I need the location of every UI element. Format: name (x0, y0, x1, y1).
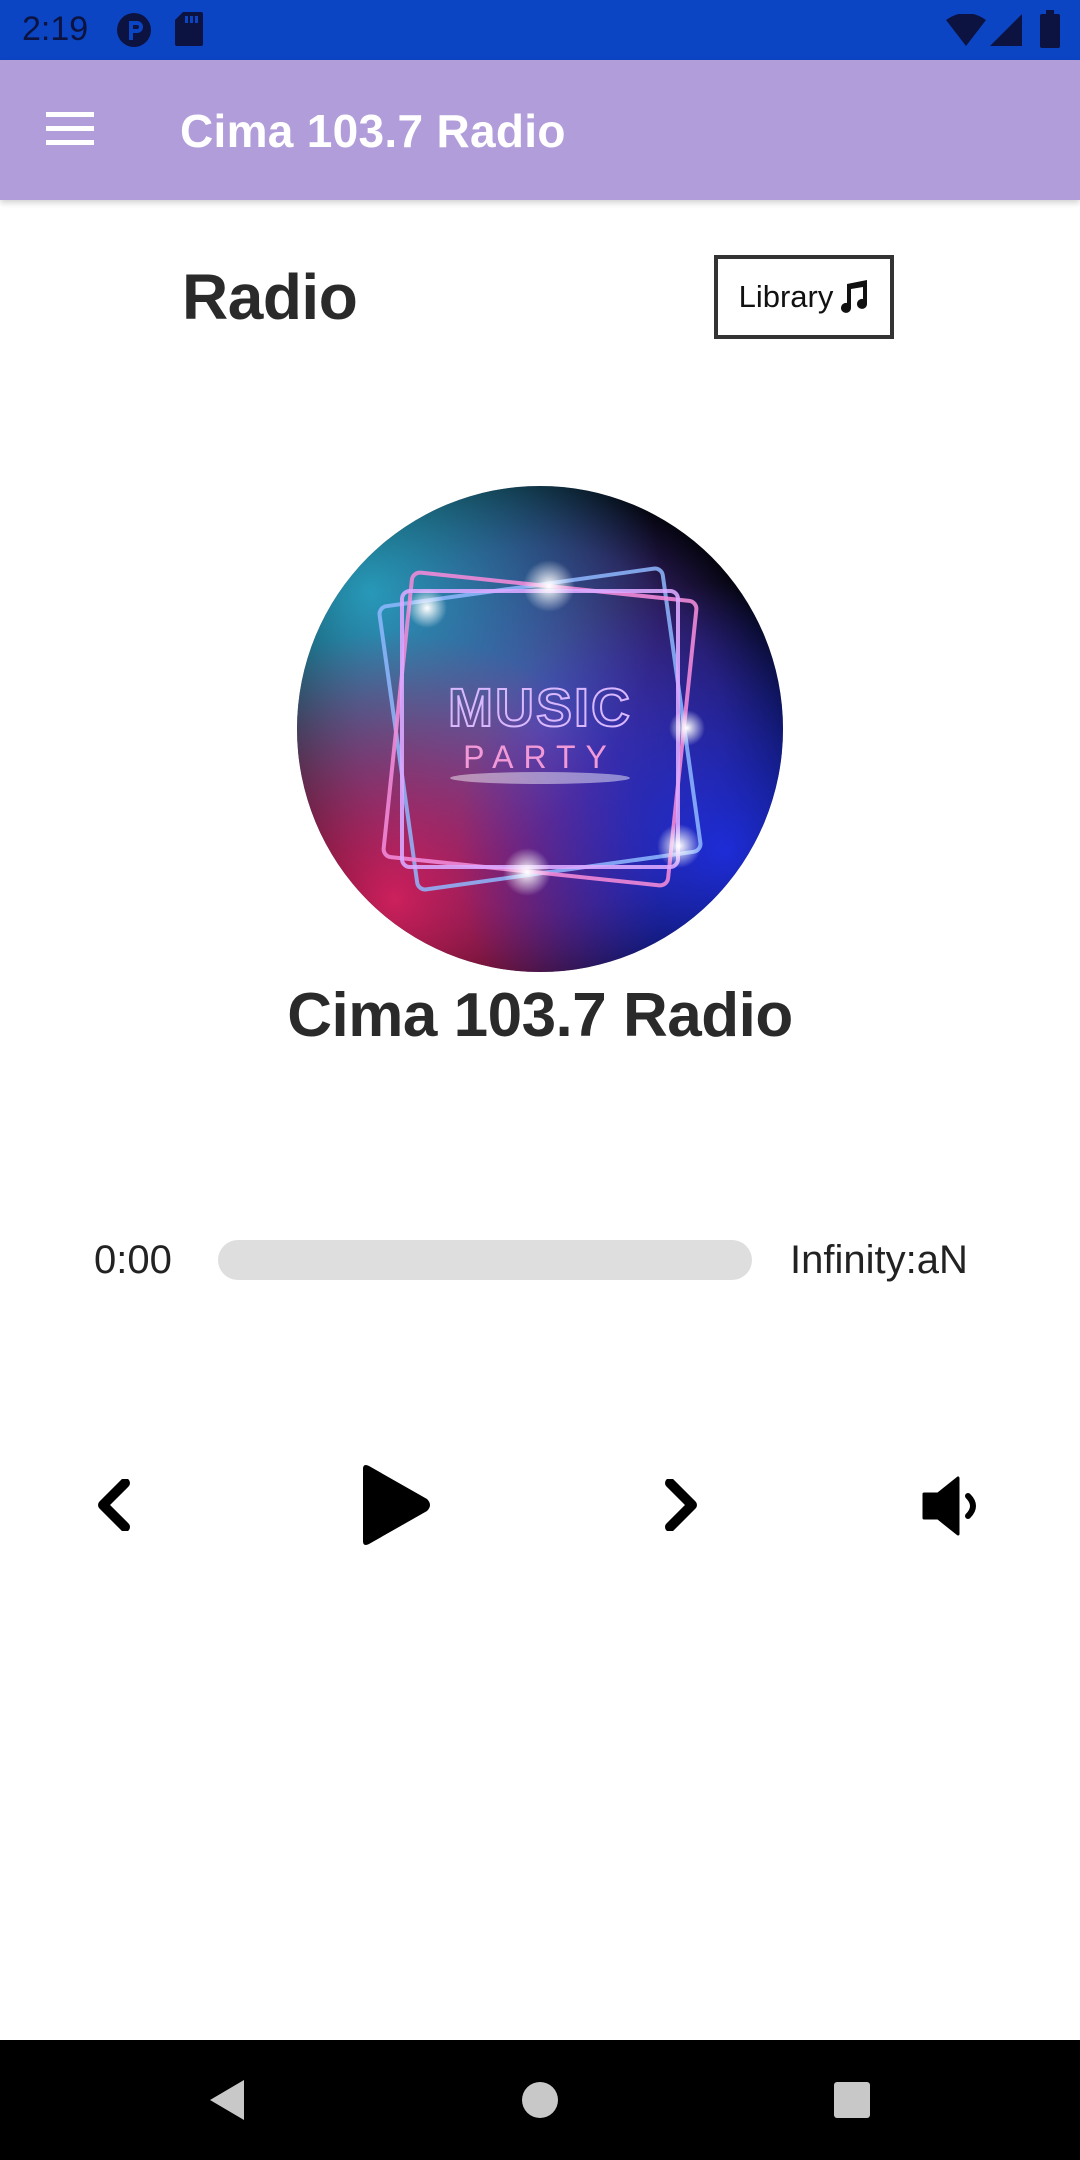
screen: 2:19 Cima 103.7 Radio Radio Library MUSI… (0, 0, 1080, 2160)
app-title: Cima 103.7 Radio (180, 105, 566, 157)
recents-icon[interactable] (822, 2070, 882, 2130)
previous-button[interactable] (80, 1470, 150, 1540)
volume-icon (922, 1476, 976, 1536)
back-icon[interactable] (196, 2070, 256, 2130)
signal-icon (990, 14, 1022, 46)
station-name: Cima 103.7 Radio (287, 981, 793, 1050)
play-button[interactable] (345, 1455, 445, 1555)
system-nav-bar (0, 2040, 1080, 2160)
time-total: Infinity:aN (790, 1238, 968, 1282)
library-button[interactable]: Library (714, 255, 894, 339)
music-note-icon (841, 280, 868, 313)
volume-button[interactable] (915, 1468, 995, 1544)
battery-icon (1040, 10, 1060, 48)
status-time: 2:19 (22, 10, 89, 48)
sd-card-icon (175, 12, 203, 46)
chevron-left-icon (98, 1479, 130, 1531)
next-button[interactable] (645, 1470, 715, 1540)
play-icon (363, 1465, 430, 1545)
home-icon[interactable] (510, 2070, 570, 2130)
page-title: Radio (182, 261, 358, 333)
artwork-text-party: PARTY (463, 739, 617, 775)
app-bar: Cima 103.7 Radio (0, 60, 1080, 200)
status-bar: 2:19 (0, 0, 1080, 60)
progress-bar[interactable] (218, 1240, 752, 1280)
menu-button[interactable] (30, 98, 110, 162)
time-current: 0:00 (94, 1238, 172, 1282)
hamburger-menu-icon (46, 112, 94, 145)
chevron-right-icon (665, 1479, 697, 1531)
wifi-icon (946, 14, 986, 46)
artwork-text-music: MUSIC (448, 678, 632, 738)
notification-p-icon (117, 13, 151, 47)
library-button-label: Library (738, 279, 834, 314)
album-artwork: MUSIC PARTY (297, 486, 783, 972)
